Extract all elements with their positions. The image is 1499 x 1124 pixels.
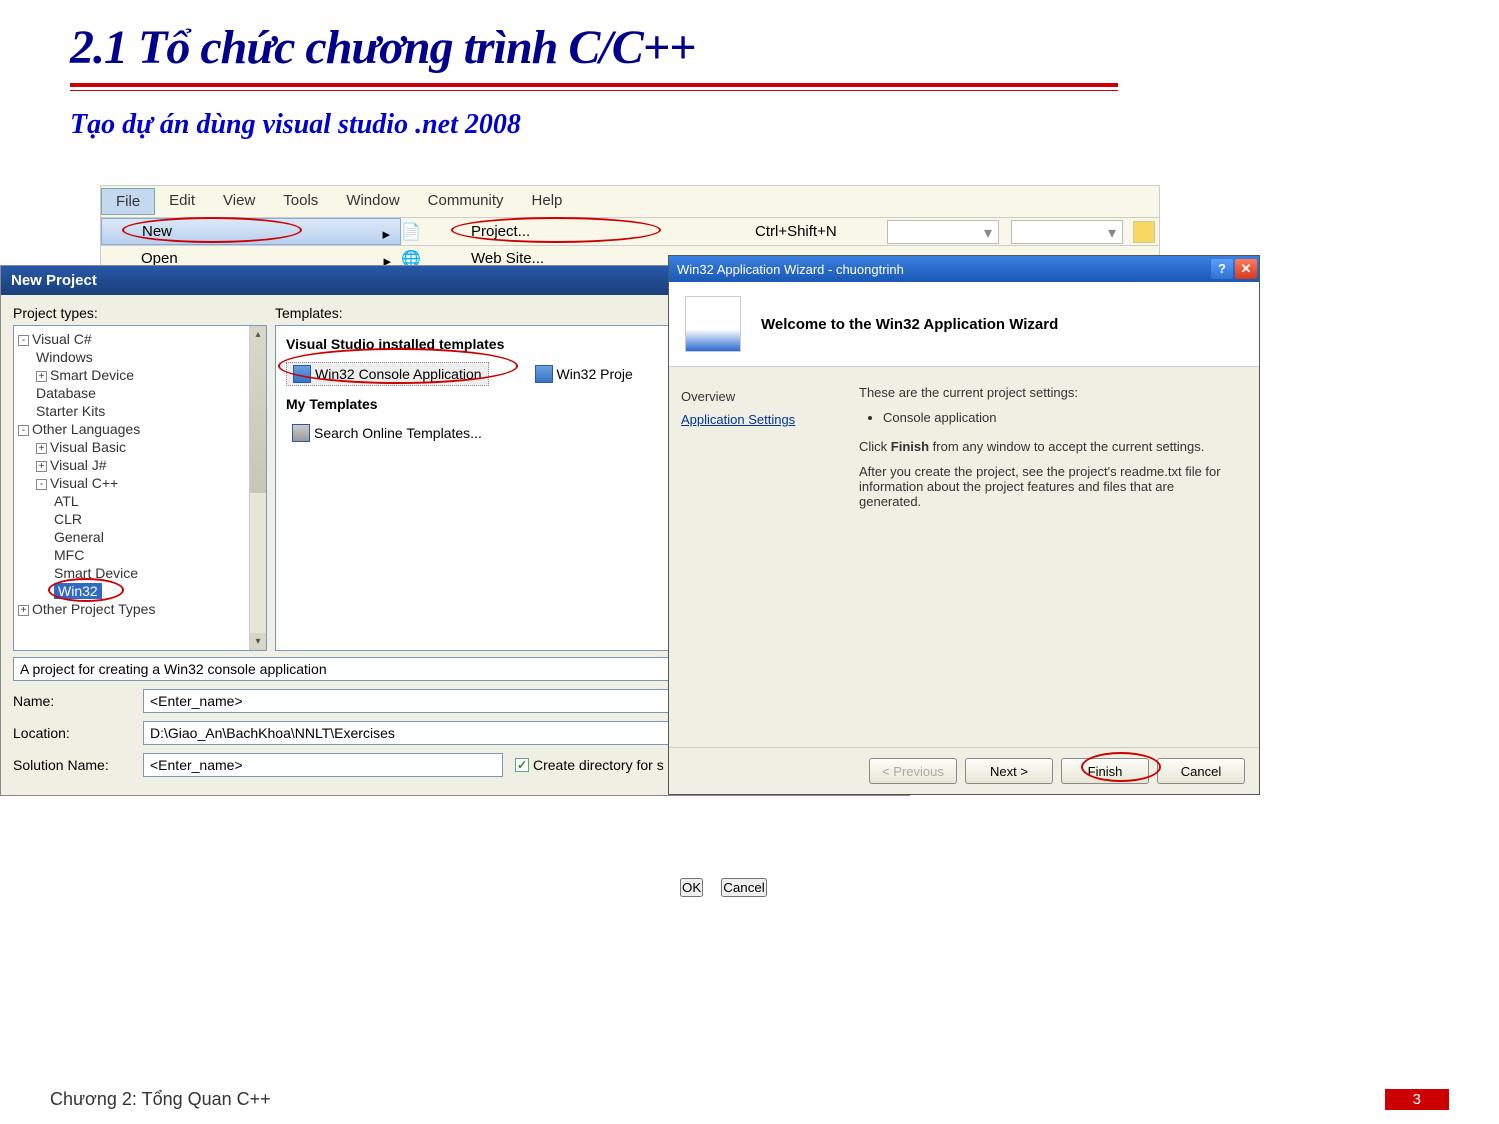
project-types-tree[interactable]: -Visual C# Windows +Smart Device Databas… [13,325,267,651]
tree-other-project-types[interactable]: Other Project Types [32,601,155,617]
wizard-icon [685,296,741,352]
cancel-button[interactable]: Cancel [721,878,767,897]
footer-chapter: Chương 2: Tổng Quan C++ [50,1089,271,1110]
menu-window[interactable]: Window [332,188,413,215]
tree-mfc[interactable]: MFC [18,546,262,564]
template-search-online-label: Search Online Templates... [314,425,482,441]
create-directory-label: Create directory for s [533,757,664,773]
scroll-down-icon[interactable]: ▾ [250,633,266,650]
wizard-content: These are the current project settings: … [849,367,1259,747]
tree-other-lang[interactable]: Other Languages [32,421,140,437]
tree-clr[interactable]: CLR [18,510,262,528]
tree-vcpp[interactable]: Visual C++ [50,475,118,491]
project-icon: 📄 [401,222,421,242]
menu-file-new[interactable]: New ▸ [101,218,401,245]
ok-button[interactable]: OK [680,878,703,897]
menu-edit[interactable]: Edit [155,188,209,215]
search-icon [292,424,310,442]
tree-atl[interactable]: ATL [18,492,262,510]
scroll-up-icon[interactable]: ▴ [250,326,266,343]
menu-new-project[interactable]: Project... [431,219,751,244]
template-icon [535,365,553,383]
name-label: Name: [13,693,143,709]
wizard-readme-hint: After you create the project, see the pr… [859,464,1239,509]
tree-collapse-icon[interactable]: - [36,479,47,490]
wizard-title: Win32 Application Wizard - chuongtrinh [671,262,904,277]
wizard-nav-settings[interactable]: Application Settings [681,408,837,431]
location-label: Location: [13,725,143,741]
template-win32-project-label: Win32 Proje [557,366,633,382]
menu-file[interactable]: File [101,188,155,215]
menu-help[interactable]: Help [518,188,577,215]
project-types-label: Project types: [13,305,275,321]
tree-starter-kits[interactable]: Starter Kits [18,402,262,420]
tree-smart-device-2[interactable]: Smart Device [18,564,262,582]
wizard-bullet-console: Console application [883,410,1239,425]
tree-vcs[interactable]: Visual C# [32,331,92,347]
wizard-finish-button[interactable]: Finish [1061,758,1149,784]
menu-tools[interactable]: Tools [269,188,332,215]
wizard-finish-hint: Click Finish from any window to accept t… [859,439,1239,454]
folder-icon[interactable] [1133,221,1155,243]
menu-view[interactable]: View [209,188,269,215]
tree-expand-icon[interactable]: + [36,461,47,472]
page-title: 2.1 Tổ chức chương trình C/C++ [70,20,1429,75]
title-underline [70,83,1118,91]
tree-windows[interactable]: Windows [18,348,262,366]
tree-general[interactable]: General [18,528,262,546]
wizard-next-button[interactable]: Next > [965,758,1053,784]
templates-label: Templates: [275,305,343,321]
wizard-settings-intro: These are the current project settings: [859,385,1239,400]
menu-new-project-label: Project... [471,223,530,240]
tree-smart-device[interactable]: Smart Device [50,367,134,383]
menu-community[interactable]: Community [414,188,518,215]
solution-name-input[interactable] [143,753,503,777]
tree-vb[interactable]: Visual Basic [50,439,126,455]
toolbar-dropdown-1[interactable] [887,220,999,244]
solution-name-label: Solution Name: [13,757,143,773]
tree-scrollbar[interactable]: ▴ ▾ [249,326,266,650]
wizard-cancel-button[interactable]: Cancel [1157,758,1245,784]
template-search-online[interactable]: Search Online Templates... [286,422,488,444]
tree-win32-selected[interactable]: Win32 [54,583,102,599]
tree-vj[interactable]: Visual J# [50,457,107,473]
subtitle: Tạo dự án dùng visual studio .net 2008 [70,109,1429,141]
close-icon[interactable]: ✕ [1235,259,1257,279]
tree-expand-icon[interactable]: + [18,605,29,616]
win32-wizard-dialog: Win32 Application Wizard - chuongtrinh ?… [668,255,1260,795]
menu-new-project-shortcut: Ctrl+Shift+N [751,219,881,244]
wizard-previous-button: < Previous [869,758,957,784]
template-win32-console[interactable]: Win32 Console Application [286,362,489,386]
tree-collapse-icon[interactable]: - [18,335,29,346]
menu-file-new-label: New [142,223,172,240]
tree-database[interactable]: Database [18,384,262,402]
tree-expand-icon[interactable]: + [36,371,47,382]
create-directory-checkbox[interactable] [515,758,529,772]
toolbar-dropdown-2[interactable] [1011,220,1123,244]
footer-page-number: 3 [1385,1089,1449,1110]
template-win32-project[interactable]: Win32 Proje [529,362,639,386]
wizard-titlebar: Win32 Application Wizard - chuongtrinh ?… [669,256,1259,282]
chevron-right-icon: ▸ [382,225,390,243]
scroll-thumb[interactable] [250,343,266,493]
wizard-welcome: Welcome to the Win32 Application Wizard [761,316,1058,333]
wizard-nav-overview[interactable]: Overview [681,385,837,408]
help-icon[interactable]: ? [1211,259,1233,279]
tree-collapse-icon[interactable]: - [18,425,29,436]
template-icon [293,365,311,383]
template-win32-console-label: Win32 Console Application [315,366,482,382]
tree-expand-icon[interactable]: + [36,443,47,454]
